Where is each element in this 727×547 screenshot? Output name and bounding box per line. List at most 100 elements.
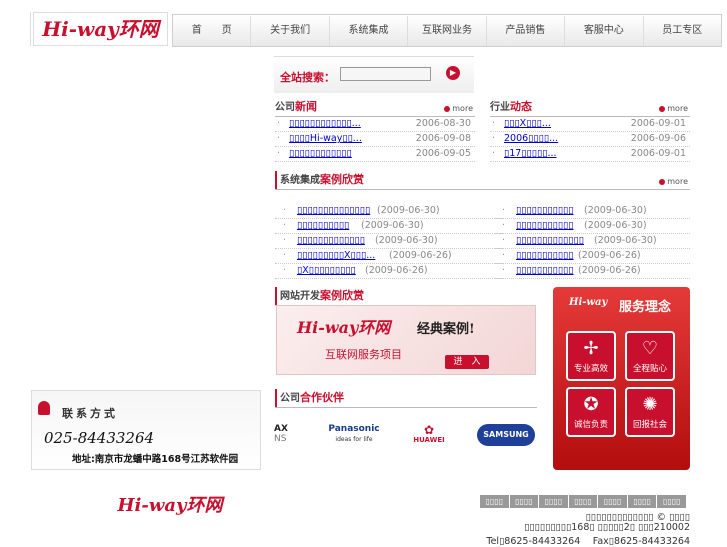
- news-link[interactable]: ▯▯▯▯Hi-way▯▯...: [289, 132, 419, 146]
- banner-subtitle: 互联网服务项目: [325, 348, 402, 361]
- footer-link[interactable]: ▯▯▯▯: [508, 495, 539, 508]
- search-label: 全站搜索：: [280, 71, 335, 84]
- heart-icon: ♡: [641, 338, 659, 359]
- footer-link[interactable]: ▯▯▯▯: [538, 495, 568, 508]
- industry-news-heading: 行业动态 more: [490, 98, 690, 117]
- nav-internet-business[interactable]: 互联网业务: [407, 15, 485, 46]
- nav-staff-area[interactable]: 员工专区: [642, 15, 721, 46]
- nav-product-sales[interactable]: 产品销售: [485, 15, 564, 46]
- case-link[interactable]: ▯▯▯▯▯▯▯▯▯▯▯: [516, 249, 574, 263]
- cases-panel: 系统集成案例欣赏 more: [275, 171, 690, 190]
- footer-logo[interactable]: Hi-way环网: [103, 491, 237, 521]
- banner-enter-button[interactable]: 进 入: [445, 355, 489, 369]
- heading-bar: [275, 171, 277, 189]
- site-search: 全站搜索： ▶: [274, 56, 474, 93]
- company-news-panel: 公司新闻 more · ▯▯▯▯▯▯▯▯▯▯▯▯... 2006-08-30 · ▯▯…: [275, 98, 475, 162]
- service-brand: Hi-way: [569, 297, 608, 308]
- list-item: · ▯▯▯X▯▯▯... 2006-09-01: [490, 117, 690, 132]
- site-logo[interactable]: Hi-way环网: [33, 12, 168, 46]
- news-link[interactable]: ▯▯▯X▯▯▯...: [504, 117, 624, 131]
- news-link[interactable]: 2006▯▯▯▯...: [504, 132, 624, 146]
- cases-left-list: · ▯▯▯▯▯▯▯▯▯▯▯▯▯▯ (2009-06-30) · ▯▯▯▯▯▯▯▯▯▯(…: [275, 204, 503, 279]
- company-news-more[interactable]: more: [444, 104, 473, 113]
- list-item: · ▯▯▯▯▯▯▯▯▯▯▯ (2009-06-26): [494, 264, 690, 279]
- contact-address: 地址:南京市龙蟠中路168号江苏软件园: [72, 454, 239, 465]
- news-link[interactable]: ▯▯▯▯▯▯▯▯▯▯▯▯: [289, 147, 419, 161]
- footer-address: ▯▯▯▯▯▯▯▯▯168▯ ▯▯▯▯▯2▯ ▯▯▯210002: [524, 522, 690, 533]
- webdev-panel: 网站开发案例欣赏: [275, 287, 393, 306]
- list-item: · ▯▯▯▯▯▯▯▯▯▯▯▯▯▯ (2009-06-30): [275, 204, 503, 219]
- news-link[interactable]: ▯17▯▯▯▯▯...: [504, 147, 624, 161]
- list-item: · ▯▯▯▯▯▯▯▯▯X▯▯▯... (2009-06-26): [275, 249, 503, 264]
- list-item: · ▯▯▯▯▯▯▯▯▯▯▯ (2009-06-26): [494, 249, 690, 264]
- contact-panel: 联系方式 025-84433264 地址:南京市龙蟠中路168号江苏软件园: [31, 390, 261, 470]
- header-left-strip: [0, 12, 31, 46]
- cases-more[interactable]: more: [659, 177, 688, 186]
- case-link[interactable]: ▯▯▯▯▯▯▯▯▯▯▯▯▯▯: [297, 204, 370, 218]
- service-tile-integrity[interactable]: ✪ 诚信负责: [566, 387, 616, 437]
- case-link[interactable]: ▯X▯▯▯▯▯▯▯▯▯: [297, 264, 356, 278]
- service-title: 服务理念: [619, 300, 672, 315]
- partner-logo-huawei[interactable]: ✿ HUAWEI: [413, 424, 445, 446]
- case-link[interactable]: ▯▯▯▯▯▯▯▯▯▯▯: [516, 204, 574, 218]
- list-item: · 2006▯▯▯▯... 2006-09-06: [490, 132, 690, 147]
- search-go-icon[interactable]: ▶: [446, 66, 460, 80]
- news-link[interactable]: ▯▯▯▯▯▯▯▯▯▯▯▯...: [289, 117, 419, 131]
- list-item: · ▯▯▯▯▯▯▯▯▯▯▯▯... 2006-08-30: [275, 117, 475, 132]
- list-item: · ▯▯▯▯▯▯▯▯▯▯▯ (2009-06-30): [494, 204, 690, 219]
- contact-phone: 025-84433264: [44, 429, 155, 447]
- case-link[interactable]: ▯▯▯▯▯▯▯▯▯▯▯▯▯: [516, 234, 584, 248]
- list-item: · ▯▯▯▯▯▯▯▯▯▯▯▯ 2006-09-05: [275, 147, 475, 162]
- list-item: · ▯▯▯▯▯▯▯▯▯▯▯▯▯ (2009-06-30): [275, 234, 503, 249]
- contact-title: 联系方式: [62, 407, 118, 420]
- list-item: · ▯X▯▯▯▯▯▯▯▯▯ (2009-06-26): [275, 264, 503, 279]
- search-input[interactable]: [340, 67, 431, 81]
- industry-news-panel: 行业动态 more · ▯▯▯X▯▯▯... 2006-09-01 · 2006▯▯▯…: [490, 98, 690, 162]
- footer-link[interactable]: ▯▯▯▯: [597, 495, 627, 508]
- case-link[interactable]: ▯▯▯▯▯▯▯▯▯▯▯: [516, 219, 574, 233]
- footer-link[interactable]: ▯▯▯▯: [480, 495, 509, 508]
- service-philosophy-panel: Hi-way 服务理念 ✢ 专业高效 ♡ 全程贴心 ✪ 诚信负责 ✺ 回报社会: [553, 287, 690, 470]
- nav-home[interactable]: 首 页: [173, 16, 250, 46]
- partner-logo-ax[interactable]: AX NS: [274, 424, 294, 446]
- list-item: · ▯▯▯▯Hi-way▯▯... 2006-09-08: [275, 132, 475, 147]
- heading-bar: [275, 287, 277, 305]
- service-tile-caring[interactable]: ♡ 全程贴心: [625, 331, 675, 381]
- service-tile-society[interactable]: ✺ 回报社会: [625, 387, 675, 437]
- heading-bar: [275, 389, 277, 407]
- partners-heading: 公司合作伙伴: [275, 389, 537, 408]
- case-link[interactable]: ▯▯▯▯▯▯▯▯▯▯▯: [516, 264, 574, 278]
- banner-logo: Hi-way环网: [297, 318, 391, 337]
- sun-icon: ✺: [642, 394, 658, 415]
- case-link[interactable]: ▯▯▯▯▯▯▯▯▯X▯▯▯...: [297, 249, 375, 263]
- cases-heading: 系统集成案例欣赏 more: [275, 171, 690, 190]
- footer-link[interactable]: ▯▯▯▯: [656, 495, 686, 508]
- industry-news-more[interactable]: more: [659, 104, 688, 113]
- main-nav: 首 页 关于我们 系统集成 互联网业务 产品销售 客服中心 员工专区: [172, 14, 722, 47]
- webdev-heading: 网站开发案例欣赏: [275, 287, 393, 306]
- footer-links: ▯▯▯▯ ▯▯▯▯ ▯▯▯▯ ▯▯▯▯ ▯▯▯▯ ▯▯▯▯ ▯▯▯▯: [480, 495, 686, 508]
- internet-service-banner[interactable]: Hi-way环网 经典案例! 互联网服务项目 进 入: [276, 305, 536, 375]
- banner-slogan: 经典案例!: [417, 322, 475, 337]
- partners-panel: 公司合作伙伴: [275, 389, 537, 408]
- partner-logo-samsung[interactable]: SAMSUNG: [477, 424, 535, 446]
- list-item: · ▯▯▯▯▯▯▯▯▯▯▯ (2009-06-30): [494, 219, 690, 234]
- person-icon: [38, 401, 50, 415]
- huawei-flower-icon: ✿: [423, 423, 435, 437]
- case-link[interactable]: ▯▯▯▯▯▯▯▯▯▯: [297, 219, 349, 233]
- company-news-heading: 公司新闻 more: [275, 98, 475, 117]
- nav-customer-service[interactable]: 客服中心: [564, 15, 642, 46]
- list-item: · ▯▯▯▯▯▯▯▯▯▯▯▯▯ (2009-06-30): [494, 234, 690, 249]
- nav-about[interactable]: 关于我们: [250, 15, 328, 46]
- service-tile-professional[interactable]: ✢ 专业高效: [566, 331, 616, 381]
- footer-link[interactable]: ▯▯▯▯: [567, 495, 598, 508]
- partner-logo-panasonic[interactable]: Panasonic ideas for life: [322, 424, 386, 446]
- list-item: · ▯17▯▯▯▯▯... 2006-09-01: [490, 147, 690, 162]
- cross-icon: ✢: [583, 338, 599, 359]
- nav-system-integration[interactable]: 系统集成: [328, 15, 407, 46]
- list-item: · ▯▯▯▯▯▯▯▯▯▯ (2009-06-30): [275, 219, 503, 234]
- case-link[interactable]: ▯▯▯▯▯▯▯▯▯▯▯▯▯: [297, 234, 365, 248]
- footer-link[interactable]: ▯▯▯▯: [626, 495, 657, 508]
- cases-right-list: · ▯▯▯▯▯▯▯▯▯▯▯ (2009-06-30) · ▯▯▯▯▯▯▯▯▯▯▯ (20…: [494, 204, 690, 279]
- ribbon-icon: ✪: [583, 394, 599, 415]
